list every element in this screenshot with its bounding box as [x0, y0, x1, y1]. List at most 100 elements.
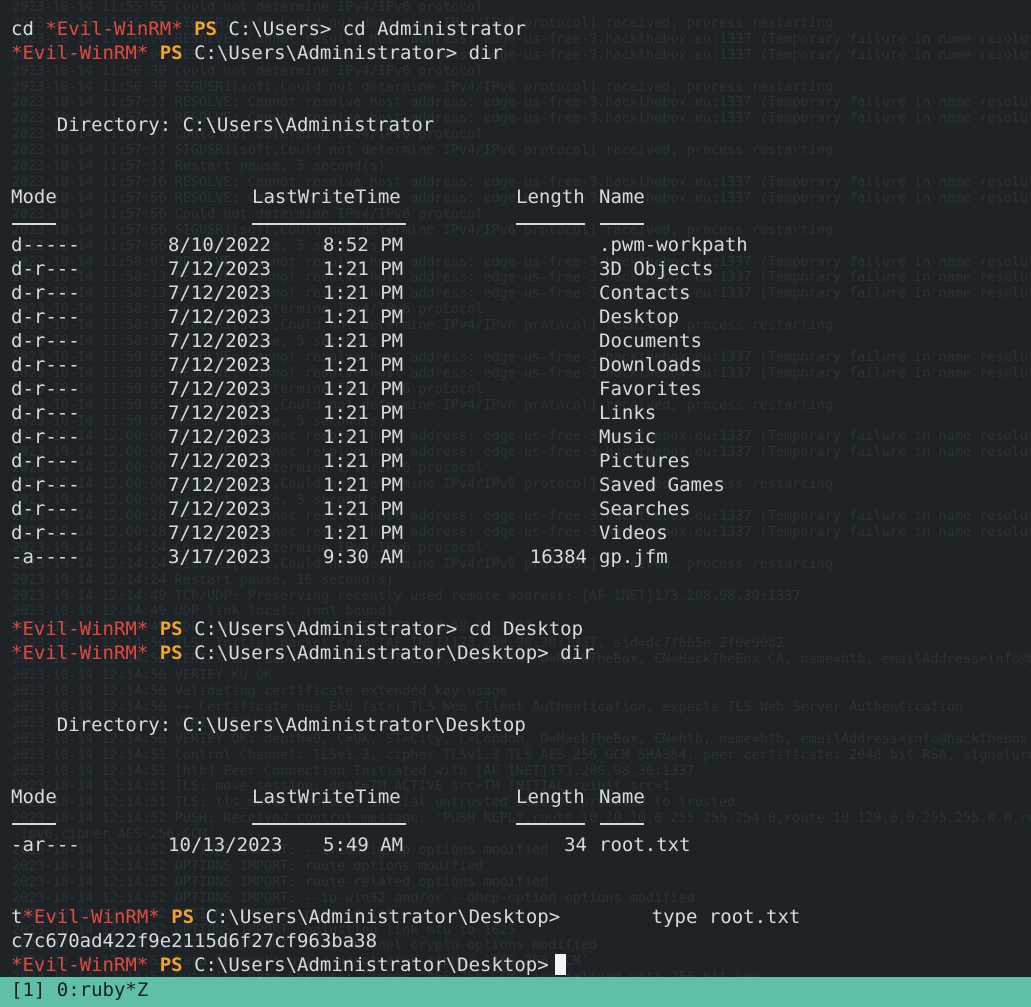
header-name: Name: [599, 186, 645, 208]
directory-heading: Directory: C:\Users\Administrator: [11, 114, 435, 136]
listing-row: d-r--- 7/12/2023 1:21 PM Music: [11, 425, 1031, 449]
underline-lastwritetime: [252, 809, 406, 825]
prompt-path: C:\Users\Administrator\Desktop>: [205, 906, 561, 928]
entry-mode: d-r---: [11, 426, 80, 448]
underline-name: [600, 809, 644, 825]
entry-time: 1:21 PM: [323, 282, 404, 304]
listing-row: d-r--- 7/12/2023 1:21 PM Saved Games: [11, 473, 1031, 497]
entry-name: Links: [599, 402, 657, 424]
tmux-window-label[interactable]: [1] 0:ruby*Z: [11, 979, 148, 1001]
entry-date: 7/12/2023: [168, 258, 271, 280]
terminal-line-cd-desktop: *Evil-WinRM* PS C:\Users\Administrator> …: [11, 617, 1031, 641]
entry-date: 7/12/2023: [168, 306, 271, 328]
ps-tag: PS: [171, 906, 195, 928]
entry-time: 1:21 PM: [323, 474, 404, 496]
entry-time: 1:21 PM: [323, 354, 404, 376]
entry-name: Music: [599, 426, 657, 448]
listing-row: d-r--- 7/12/2023 1:21 PM Desktop: [11, 305, 1031, 329]
entry-mode: d-r---: [11, 450, 80, 472]
command-text: dir: [457, 42, 503, 64]
prompt-path: C:\Users\Administrator\Desktop>: [194, 954, 549, 976]
entry-name: Downloads: [599, 354, 702, 376]
tmux-status-bar[interactable]: [1] 0:ruby*Z: [0, 977, 1031, 1007]
entry-date: 7/12/2023: [168, 450, 271, 472]
entry-name: .pwm-workpath: [599, 234, 748, 256]
header-mode: Mode: [11, 186, 57, 208]
prompt-path: C:\Users>: [228, 18, 332, 40]
command-text: type root.txt: [560, 906, 801, 928]
evil-winrm-tag: *Evil-WinRM*: [45, 18, 183, 40]
entry-mode: d-r---: [11, 378, 80, 400]
entry-time: 1:21 PM: [323, 330, 404, 352]
terminal-window[interactable]: 2023-10-14 11:55:55 Could not determine …: [0, 0, 1031, 1007]
underline-mode: [12, 209, 56, 225]
entry-name: root.txt: [599, 834, 691, 856]
command-text: cd Desktop: [457, 618, 584, 640]
evil-winrm-tag: *Evil-WinRM*: [11, 618, 149, 640]
listing-row: d-r--- 7/12/2023 1:21 PM Downloads: [11, 353, 1031, 377]
directory-listing-admin: d----- 8/10/2022 8:52 PM .pwm-workpath d-r--…: [11, 233, 1031, 569]
prompt-path: C:\Users\Administrator\Desktop>: [194, 642, 549, 664]
underline-lastwritetime: [252, 209, 406, 225]
entry-name: Favorites: [599, 378, 702, 400]
ps-tag: PS: [159, 618, 183, 640]
listing-row: -ar--- 10/13/2023 5:49 AM 34 root.txt: [11, 833, 1031, 857]
entry-time: 9:30 AM: [323, 546, 404, 568]
entry-name: Documents: [599, 330, 702, 352]
terminal-line-dir-desktop: *Evil-WinRM* PS C:\Users\Administrator\D…: [11, 641, 1031, 665]
directory-heading: Directory: C:\Users\Administrator\Deskto…: [11, 714, 526, 736]
listing-row: -a---- 3/17/2023 9:30 AM 16384 gp.jfm: [11, 545, 1031, 569]
entry-time: 5:49 AM: [323, 834, 404, 856]
entry-mode: d-r---: [11, 330, 80, 352]
listing-header: Mode LastWriteTime Length Name: [11, 785, 1031, 809]
entry-name: Contacts: [599, 282, 691, 304]
evil-winrm-tag: *Evil-WinRM*: [11, 954, 149, 976]
listing-row: d-r--- 7/12/2023 1:21 PM Links: [11, 401, 1031, 425]
background-log-line: 2023-10-14 11:55:55 Could not determine …: [12, 0, 484, 15]
header-mode: Mode: [11, 786, 57, 808]
underline-mode: [12, 809, 56, 825]
entry-name: gp.jfm: [599, 546, 668, 568]
terminal-line-type-root: t*Evil-WinRM* PS C:\Users\Administrator\…: [11, 905, 1031, 929]
entry-time: 1:21 PM: [323, 402, 404, 424]
entry-mode: d-r---: [11, 402, 80, 424]
entry-mode: d-r---: [11, 498, 80, 520]
entry-mode: d-r---: [11, 258, 80, 280]
line-lead: cd: [11, 18, 46, 40]
command-text: cd Administrator: [331, 18, 526, 40]
listing-row: d-r--- 7/12/2023 1:21 PM Favorites: [11, 377, 1031, 401]
entry-date: 8/10/2022: [168, 234, 271, 256]
listing-row: d-r--- 7/12/2023 1:21 PM Searches: [11, 497, 1031, 521]
underline-name: [600, 209, 644, 225]
prompt-path: C:\Users\Administrator>: [194, 42, 458, 64]
text-cursor[interactable]: [554, 954, 566, 975]
entry-time: 1:21 PM: [323, 450, 404, 472]
listing-row: d-r--- 7/12/2023 1:21 PM 3D Objects: [11, 257, 1031, 281]
entry-date: 7/12/2023: [168, 474, 271, 496]
prompt-path: C:\Users\Administrator>: [194, 618, 458, 640]
entry-length: 16384: [529, 546, 587, 568]
entry-mode: d-r---: [11, 306, 80, 328]
underline-length: [516, 809, 585, 825]
entry-length: 34: [564, 834, 587, 856]
listing-row: d-r--- 7/12/2023 1:21 PM Contacts: [11, 281, 1031, 305]
entry-name: Pictures: [599, 450, 691, 472]
entry-time: 1:21 PM: [323, 522, 404, 544]
terminal-line-active-prompt[interactable]: *Evil-WinRM* PS C:\Users\Administrator\D…: [11, 953, 1031, 977]
entry-time: 1:21 PM: [323, 378, 404, 400]
flag-output: c7c670ad422f9e2115d6f27cf963ba38: [11, 930, 378, 952]
entry-date: 7/12/2023: [168, 522, 271, 544]
header-length: Length: [516, 186, 585, 208]
entry-mode: -a----: [11, 546, 80, 568]
entry-date: 3/17/2023: [168, 546, 271, 568]
header-lastwritetime: LastWriteTime: [252, 786, 401, 808]
entry-time: 1:21 PM: [323, 498, 404, 520]
terminal-line-dir-admin: *Evil-WinRM* PS C:\Users\Administrator> …: [11, 41, 1031, 65]
entry-date: 7/12/2023: [168, 426, 271, 448]
entry-date: 7/12/2023: [168, 354, 271, 376]
